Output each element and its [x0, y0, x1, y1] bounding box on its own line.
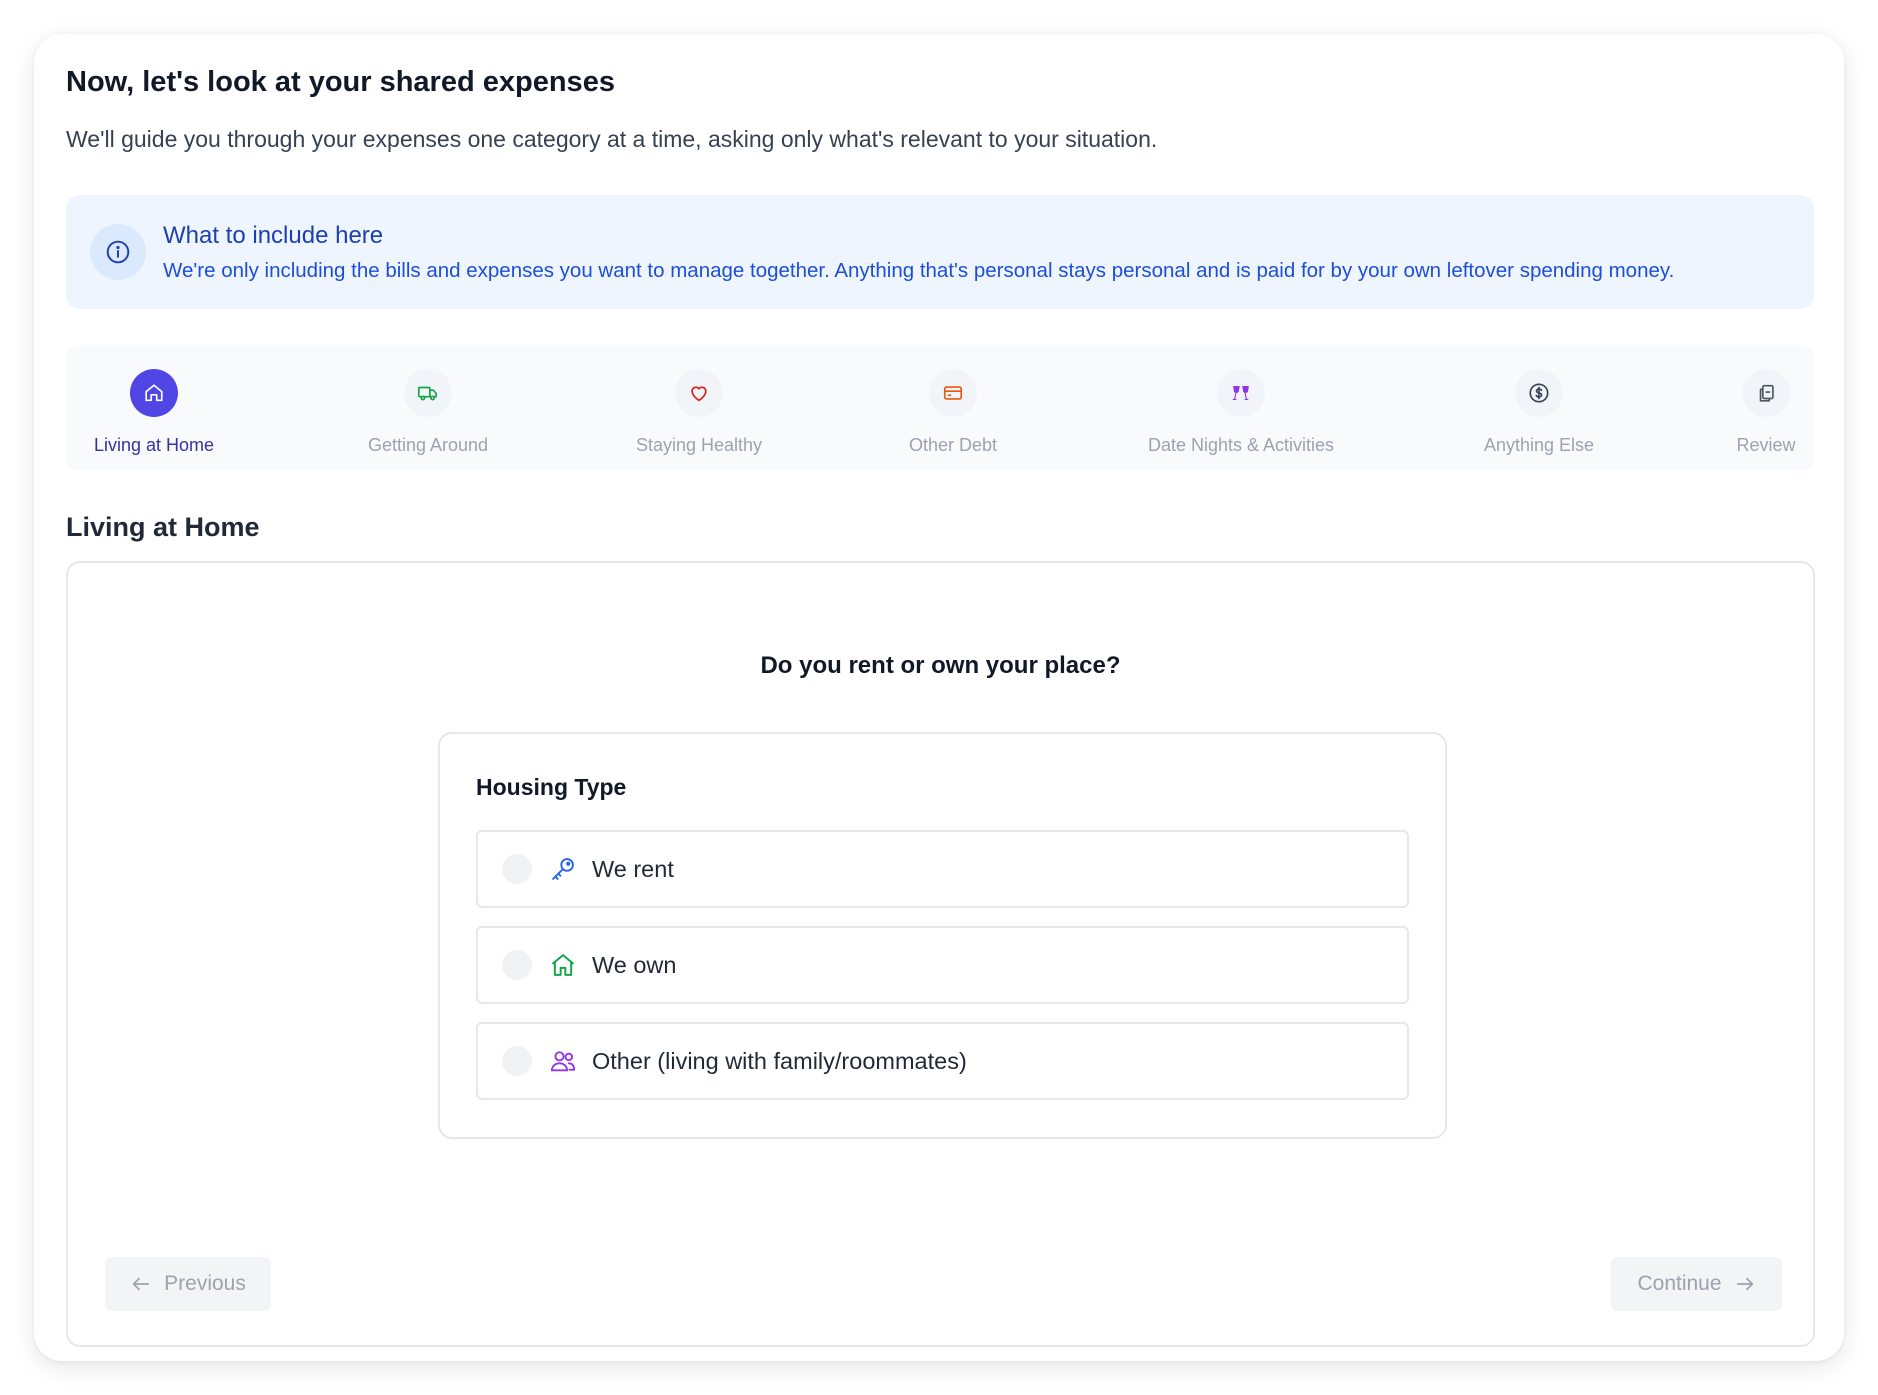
option-label: We own [592, 951, 677, 978]
info-icon [90, 224, 146, 280]
clipboard-copy-icon [1742, 369, 1790, 417]
previous-button[interactable]: Previous [105, 1257, 271, 1311]
step-label: Other Debt [908, 435, 998, 455]
home-icon [548, 950, 578, 980]
heart-icon [674, 369, 723, 417]
info-title: What to include here [163, 222, 384, 249]
step-date-nights[interactable]: Date Nights & Activities [1148, 369, 1334, 456]
step-review[interactable]: Review [1736, 369, 1796, 456]
step-label: Review [1736, 435, 1796, 455]
option-label: Other (living with family/roommates) [592, 1047, 967, 1074]
info-callout: What to include here We're only includin… [66, 195, 1814, 309]
credit-card-icon [928, 369, 977, 417]
housing-type-card: Housing Type We rent We own Other (livin… [438, 732, 1447, 1139]
info-text: We're only including the bills and expen… [163, 259, 1675, 282]
continue-label: Continue [1637, 1272, 1722, 1295]
step-staying-healthy[interactable]: Staying Healthy [636, 369, 762, 456]
question-text: Do you rent or own your place? [760, 652, 1121, 679]
radio-button[interactable] [502, 854, 532, 884]
arrow-right-icon [1736, 1277, 1753, 1291]
radio-button[interactable] [502, 950, 532, 980]
step-getting-around[interactable]: Getting Around [368, 369, 488, 456]
question-panel: Do you rent or own your place? Housing T… [66, 561, 1815, 1347]
step-living-at-home[interactable]: Living at Home [94, 369, 214, 456]
arrow-left-icon [132, 1277, 150, 1291]
option-we-own[interactable]: We own [476, 926, 1409, 1004]
page-title: Now, let's look at your shared expenses [66, 66, 615, 98]
step-label: Living at Home [93, 435, 215, 455]
dollar-circle-icon [1514, 369, 1563, 417]
option-label: We rent [592, 855, 674, 882]
step-label: Anything Else [1483, 435, 1595, 455]
step-other-debt[interactable]: Other Debt [909, 369, 997, 456]
users-icon [548, 1046, 578, 1076]
option-other[interactable]: Other (living with family/roommates) [476, 1022, 1409, 1100]
option-we-rent[interactable]: We rent [476, 830, 1409, 908]
step-label: Getting Around [367, 435, 489, 455]
category-stepper: Living at Home Getting Around Staying He… [66, 345, 1814, 470]
page-subtitle: We'll guide you through your expenses on… [66, 126, 1158, 152]
truck-icon [404, 369, 452, 417]
previous-label: Previous [164, 1272, 246, 1295]
home-icon [130, 369, 178, 417]
radio-button[interactable] [502, 1046, 532, 1076]
key-icon [548, 854, 578, 884]
glasses-cheers-icon [1216, 369, 1265, 417]
step-anything-else[interactable]: Anything Else [1484, 369, 1594, 456]
section-title: Living at Home [66, 512, 260, 542]
step-label: Date Nights & Activities [1147, 435, 1335, 455]
continue-button[interactable]: Continue [1611, 1257, 1782, 1311]
step-label: Staying Healthy [635, 435, 763, 455]
group-title: Housing Type [476, 774, 627, 800]
